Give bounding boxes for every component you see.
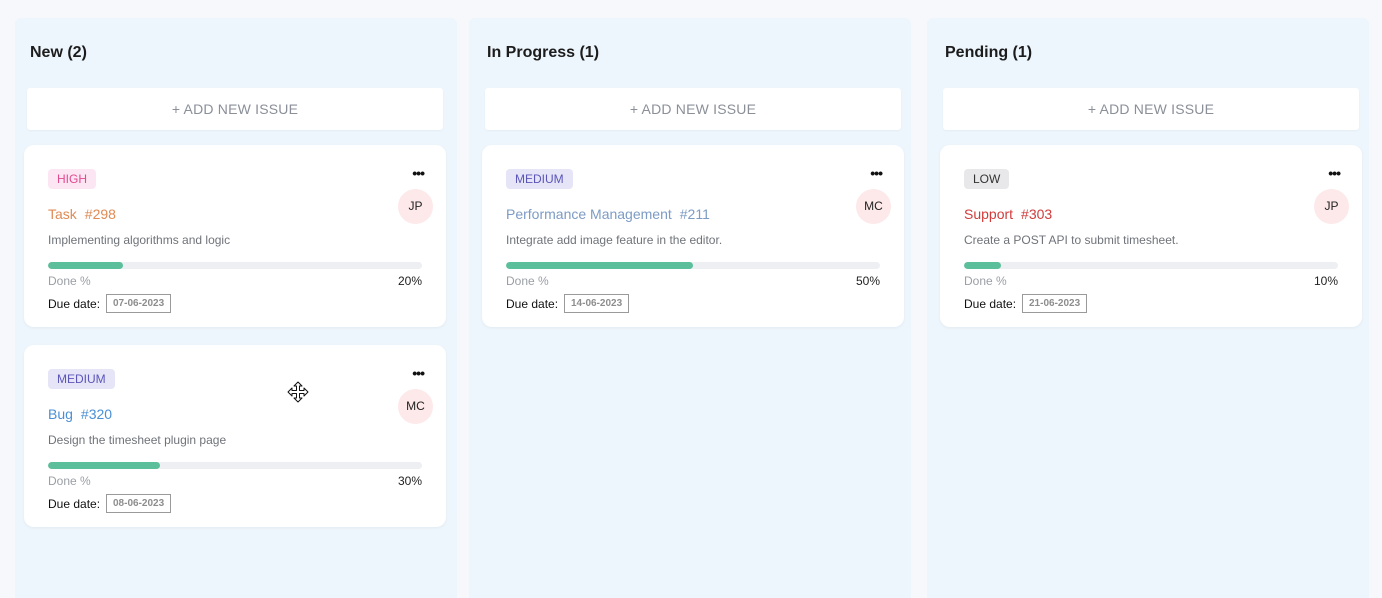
due-date-label: Due date: [964,297,1017,311]
done-label: Done % [964,274,1007,288]
priority-badge: HIGH [48,169,96,189]
done-label: Done % [48,474,91,488]
done-label: Done % [48,274,91,288]
progress-bar [506,262,880,269]
due-date-value: 07-06-2023 [106,294,172,313]
column-in-progress: In Progress (1) + ADD NEW ISSUE MEDIUM •… [469,18,911,598]
column-title: In Progress (1) [487,44,600,61]
avatar[interactable]: MC [398,389,433,424]
due-date-label: Due date: [48,497,101,511]
issue-title[interactable]: Task #298 [48,206,116,222]
avatar[interactable]: JP [398,189,433,224]
done-percentage: 30% [397,474,422,488]
progress-bar [48,462,422,469]
issue-title[interactable]: Performance Management #211 [506,206,710,222]
add-new-issue-button[interactable]: + ADD NEW ISSUE [27,88,443,130]
move-cursor-icon [287,381,309,403]
progress-bar [48,262,422,269]
column-title: New (2) [30,44,87,61]
due-date-value: 08-06-2023 [106,494,172,513]
more-horizontal-icon[interactable]: ••• [412,366,425,380]
priority-badge: LOW [964,169,1010,189]
due-date-value: 21-06-2023 [1022,294,1088,313]
column-title: Pending (1) [945,44,1033,61]
avatar[interactable]: MC [856,189,891,224]
issue-card[interactable]: MEDIUM ••• MC Performance Management #211… [482,145,904,327]
progress-fill [48,462,161,469]
issue-card[interactable]: MEDIUM ••• MC Bug #320 Design the timeshe… [24,345,446,527]
more-horizontal-icon[interactable]: ••• [870,166,883,180]
column-pending: Pending (1) + ADD NEW ISSUE LOW ••• JP S… [927,18,1369,598]
priority-badge: MEDIUM [506,169,573,189]
issue-title[interactable]: Support #303 [964,206,1052,222]
progress-fill [506,262,693,269]
due-date-label: Due date: [506,297,559,311]
issue-type: Performance Management [506,206,672,222]
issue-card[interactable]: LOW ••• JP Support #303 Create a POST API… [940,145,1362,327]
priority-badge: MEDIUM [48,369,115,389]
issue-number: #298 [84,206,116,222]
kanban-board: New (2) + ADD NEW ISSUE HIGH ••• JP Task… [0,0,1382,598]
add-new-issue-button[interactable]: + ADD NEW ISSUE [485,88,901,130]
more-horizontal-icon[interactable]: ••• [1328,166,1341,180]
issue-number: #211 [679,206,710,222]
due-date-label: Due date: [48,297,101,311]
issue-number: #320 [80,406,113,422]
column-new: New (2) + ADD NEW ISSUE HIGH ••• JP Task… [15,18,457,598]
progress-fill [48,262,123,269]
avatar[interactable]: JP [1314,189,1349,224]
issue-type: Task [48,206,77,222]
done-percentage: 10% [1313,274,1338,288]
issue-description: Implementing algorithms and logic [48,233,231,247]
done-label: Done % [506,274,549,288]
issue-title[interactable]: Bug #320 [48,406,112,422]
issue-description: Design the timesheet plugin page [48,433,227,447]
issue-type: Support [964,206,1014,222]
more-horizontal-icon[interactable]: ••• [412,166,425,180]
issue-description: Create a POST API to submit timesheet. [964,233,1179,247]
done-percentage: 20% [397,274,422,288]
due-date-value: 14-06-2023 [564,294,630,313]
issue-type: Bug [48,406,73,422]
progress-fill [964,262,1002,269]
progress-bar [964,262,1338,269]
issue-card[interactable]: HIGH ••• JP Task #298 Implementing algori… [24,145,446,327]
add-new-issue-button[interactable]: + ADD NEW ISSUE [943,88,1359,130]
done-percentage: 50% [855,274,880,288]
issue-description: Integrate add image feature in the edito… [506,233,723,247]
issue-number: #303 [1021,206,1053,222]
